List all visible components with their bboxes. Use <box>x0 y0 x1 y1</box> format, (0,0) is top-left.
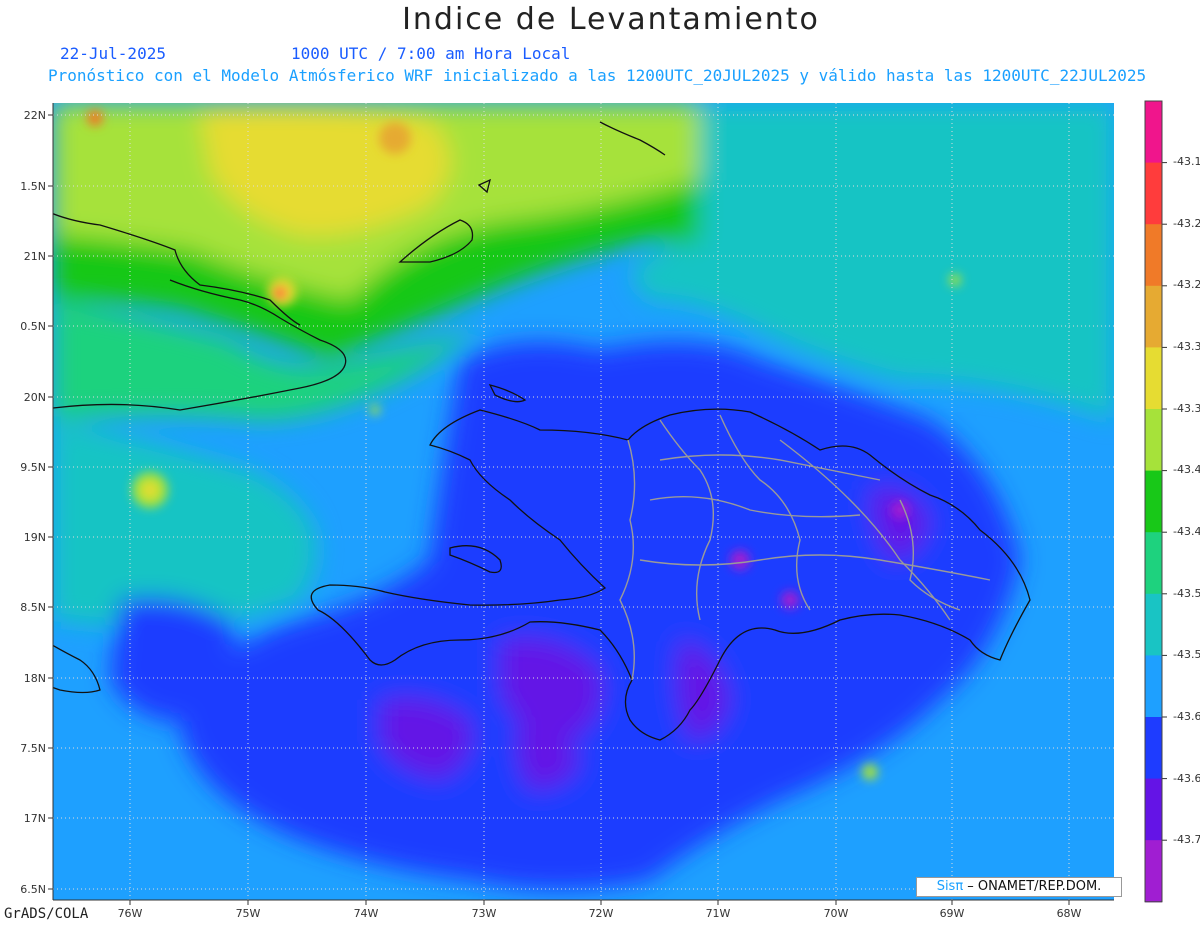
colorbar-labels: -43.1 -43.2 -43.2 -43.3 -43.3 -43.4 -43.… <box>1173 155 1200 846</box>
lon-label: 70W <box>824 907 849 920</box>
lat-label: 20N <box>24 391 46 404</box>
colorbar-label: -43.6 <box>1173 772 1200 785</box>
lon-label: 76W <box>118 907 143 920</box>
colorbar-swatch <box>1145 778 1162 841</box>
lon-label: 68W <box>1057 907 1082 920</box>
sispi-logo: Sisπ <box>936 879 964 894</box>
lon-label: 74W <box>354 907 379 920</box>
lon-label: 75W <box>236 907 261 920</box>
latitude-axis: 22N 1.5N 21N 0.5N 20N 9.5N 19N 8.5N 18N … <box>20 103 54 900</box>
lat-label: 1.5N <box>20 180 46 193</box>
lon-label: 73W <box>472 907 497 920</box>
colorbar-swatch <box>1145 347 1162 410</box>
colorbar-swatch <box>1145 470 1162 533</box>
lifted-index-field <box>53 103 1114 900</box>
colorbar-swatch <box>1145 285 1162 348</box>
credit-box: Sisπ – ONAMET/REP.DOM. <box>916 877 1122 897</box>
colorbar-swatch <box>1145 224 1162 287</box>
colorbar-label: -43.7 <box>1173 833 1200 846</box>
lat-label: 21N <box>24 250 46 263</box>
colorbar-label: -43.2 <box>1173 217 1200 230</box>
map-canvas: 22N 1.5N 21N 0.5N 20N 9.5N 19N 8.5N 18N … <box>20 100 1200 920</box>
lon-label: 71W <box>706 907 731 920</box>
lat-label: 8.5N <box>20 601 46 614</box>
lon-label: 72W <box>589 907 614 920</box>
lat-label: 22N <box>24 109 46 122</box>
colorbar-label: -43.3 <box>1173 402 1200 415</box>
grads-footer: GrADS/COLA <box>4 906 89 922</box>
colorbar-swatch <box>1145 840 1162 903</box>
colorbar-swatch <box>1145 717 1162 780</box>
lat-label: 18N <box>24 672 46 685</box>
credit-org: – ONAMET/REP.DOM. <box>963 879 1102 894</box>
colorbar-label: -43.5 <box>1173 587 1200 600</box>
colorbar-label: -43.3 <box>1173 340 1200 353</box>
colorbar-swatch <box>1145 101 1162 164</box>
colorbar-label: -43.4 <box>1173 463 1200 476</box>
colorbar-swatch <box>1145 532 1162 595</box>
colorbar-label: -43.1 <box>1173 155 1200 168</box>
lat-label: 0.5N <box>20 320 46 333</box>
colorbar-label: -43.2 <box>1173 278 1200 291</box>
lat-label: 7.5N <box>20 742 46 755</box>
lat-label: 17N <box>24 812 46 825</box>
lat-label: 19N <box>24 531 46 544</box>
colorbar-swatch <box>1145 655 1162 718</box>
lat-label: 9.5N <box>20 461 46 474</box>
colorbar-swatch <box>1145 593 1162 656</box>
colorbar-swatch <box>1145 162 1162 225</box>
colorbar-label: -43.4 <box>1173 525 1200 538</box>
lat-label: 6.5N <box>20 883 46 896</box>
lon-label: 69W <box>940 907 965 920</box>
longitude-axis: 76W 75W 74W 73W 72W 71W 70W 69W 68W <box>53 899 1114 920</box>
colorbar-label: -43.5 <box>1173 648 1200 661</box>
colorbar-swatch <box>1145 409 1162 472</box>
colorbar <box>1144 100 1167 903</box>
colorbar-label: -43.6 <box>1173 710 1200 723</box>
